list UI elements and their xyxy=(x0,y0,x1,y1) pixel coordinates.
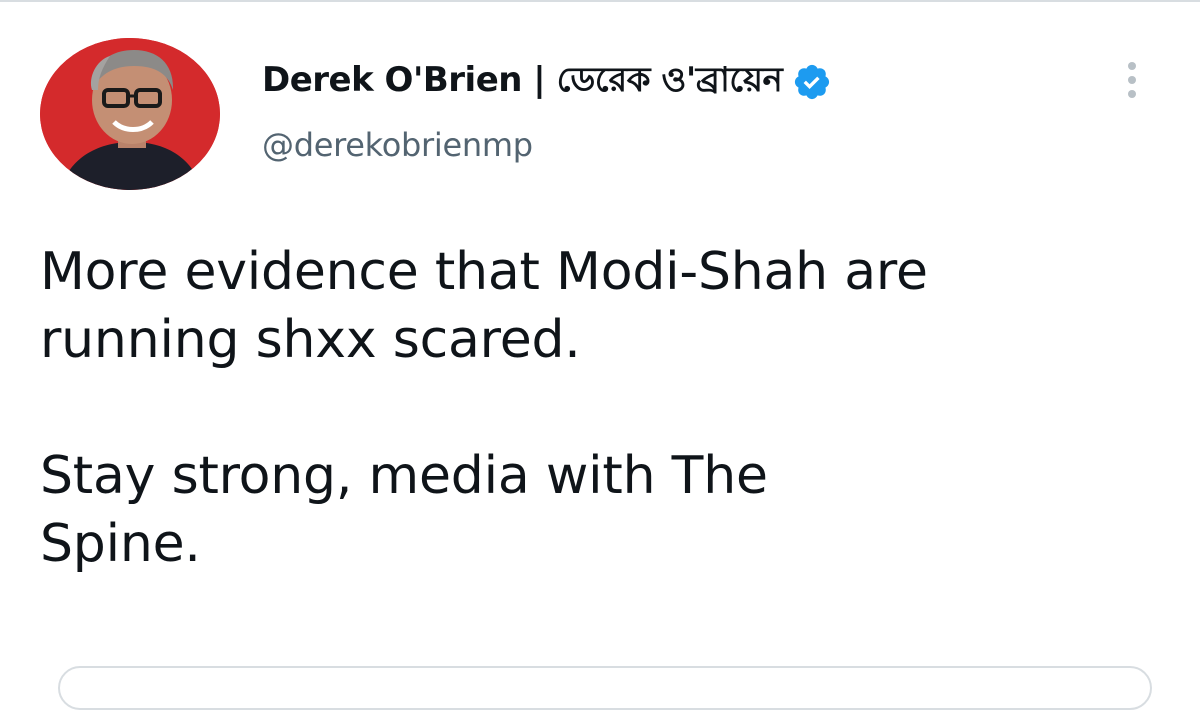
avatar[interactable] xyxy=(40,38,220,190)
tweet-text-line: More evidence that Modi-Shah are xyxy=(40,242,928,302)
avatar-portrait-image xyxy=(40,38,220,190)
tweet-text-line: Stay strong, media with The xyxy=(40,446,768,506)
verified-badge-icon xyxy=(792,62,832,102)
tweet-body: More evidence that Modi-Shah are running… xyxy=(40,238,1180,578)
author-display-name[interactable]: Derek O'Brien | ডেরেক ও'ব্রায়েন xyxy=(262,54,783,111)
dot-icon xyxy=(1128,62,1136,70)
tweet-text-line: running shxx scared. xyxy=(40,310,581,370)
name-row: Derek O'Brien | ডেরেক ও'ব্রায়েন xyxy=(262,60,1062,104)
tweet-card: Derek O'Brien | ডেরেক ও'ব্রায়েন @dereko… xyxy=(0,0,1200,710)
dot-icon xyxy=(1128,76,1136,84)
more-options-icon[interactable] xyxy=(1116,62,1148,104)
tweet-header: Derek O'Brien | ডেরেক ও'ব্রায়েন @dereko… xyxy=(262,60,1062,164)
dot-icon xyxy=(1128,90,1136,98)
quoted-card-edge[interactable] xyxy=(58,666,1152,710)
author-handle[interactable]: @derekobrienmp xyxy=(262,126,1062,164)
tweet-text-line: Spine. xyxy=(40,514,201,574)
